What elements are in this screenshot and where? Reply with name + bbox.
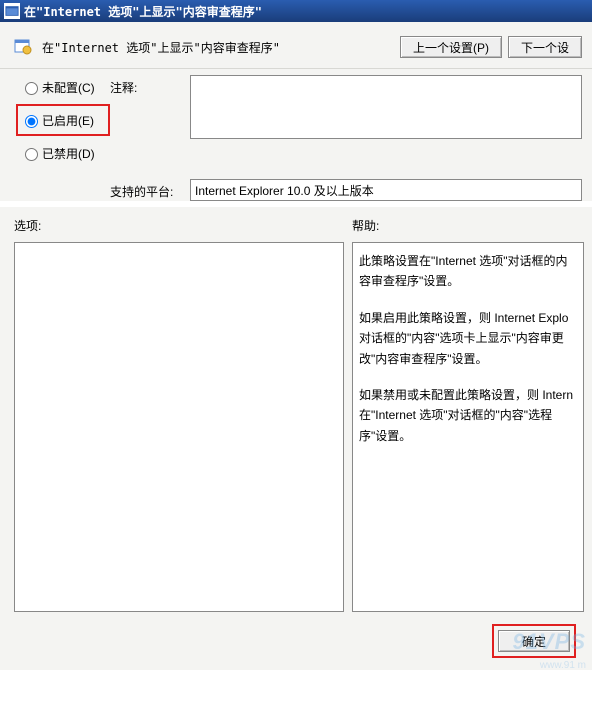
help-panel: 此策略设置在"Internet 选项"对话框的内容审查程序"设置。 如果启用此策…	[352, 242, 584, 612]
platform-field	[190, 179, 582, 201]
footer: 确定	[0, 612, 592, 670]
header-row: 在"Internet 选项"上显示"内容审查程序" 上一个设置(P) 下一个设	[0, 22, 592, 68]
help-paragraph-2: 如果启用此策略设置，则 Internet Explo对话框的"内容"选项卡上显示…	[359, 308, 577, 369]
radio-disabled-label: 已禁用(D)	[42, 145, 95, 162]
radio-not-configured-input[interactable]	[25, 82, 38, 95]
prev-setting-button[interactable]: 上一个设置(P)	[400, 36, 502, 58]
radio-enabled-label: 已启用(E)	[42, 112, 94, 129]
policy-icon	[14, 38, 32, 56]
radio-not-configured[interactable]: 未配置(C)	[20, 75, 110, 99]
next-setting-button[interactable]: 下一个设	[508, 36, 582, 58]
radio-disabled[interactable]: 已禁用(D)	[20, 141, 110, 165]
notes-textarea[interactable]	[190, 75, 582, 139]
radio-group: 未配置(C) 已启用(E) 已禁用(D)	[20, 75, 110, 173]
radio-disabled-input[interactable]	[25, 148, 38, 161]
radio-enabled-input[interactable]	[25, 115, 38, 128]
page-title: 在"Internet 选项"上显示"内容审查程序"	[42, 39, 280, 56]
config-area: 未配置(C) 已启用(E) 已禁用(D) 注释: 支持的平台:	[0, 68, 592, 201]
help-paragraph-1: 此策略设置在"Internet 选项"对话框的内容审查程序"设置。	[359, 251, 577, 292]
options-label: 选项:	[14, 217, 352, 234]
help-paragraph-3: 如果禁用或未配置此策略设置，则 Intern在"Internet 选项"对话框的…	[359, 385, 577, 446]
app-icon	[4, 3, 20, 19]
platform-label: 支持的平台:	[110, 179, 190, 200]
lower-area: 选项: 帮助: 此策略设置在"Internet 选项"对话框的内容审查程序"设置…	[0, 207, 592, 612]
window-titlebar: 在"Internet 选项"上显示"内容审查程序"	[0, 0, 592, 22]
radio-not-configured-label: 未配置(C)	[42, 79, 95, 96]
ok-button[interactable]: 确定	[498, 630, 570, 652]
radio-enabled-highlight: 已启用(E)	[16, 104, 110, 136]
ok-highlight: 确定	[492, 624, 576, 658]
notes-label: 注释:	[110, 75, 190, 96]
options-panel	[14, 242, 344, 612]
radio-enabled[interactable]: 已启用(E)	[20, 108, 104, 132]
window-title: 在"Internet 选项"上显示"内容审查程序"	[24, 3, 262, 20]
help-label: 帮助:	[352, 217, 584, 234]
